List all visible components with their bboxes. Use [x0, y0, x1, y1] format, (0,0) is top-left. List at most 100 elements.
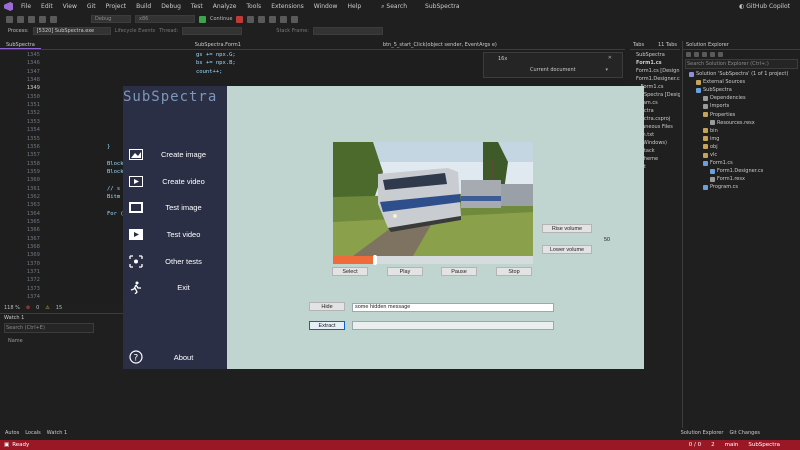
- code-line[interactable]: }: [107, 144, 110, 150]
- solution-tree-item[interactable]: bin: [703, 128, 718, 134]
- hide-button[interactable]: Hide: [309, 302, 345, 311]
- continue-label[interactable]: Continue: [210, 16, 232, 22]
- process-select[interactable]: [5320] SubSpectra.exe: [32, 26, 111, 35]
- find-scope[interactable]: Current document: [530, 67, 576, 73]
- platform-select[interactable]: x86: [135, 15, 195, 23]
- branch-name[interactable]: main: [725, 442, 739, 448]
- menu-item-help[interactable]: Help: [342, 3, 366, 10]
- step-into-icon[interactable]: [280, 15, 288, 23]
- watch-search-input[interactable]: Search (Ctrl+E): [4, 323, 94, 333]
- forward-icon[interactable]: [17, 15, 24, 23]
- sync-icon[interactable]: [694, 52, 699, 57]
- code-line[interactable]: Block: [107, 161, 124, 167]
- nav-exit[interactable]: Exit: [128, 278, 223, 296]
- menu-item-git[interactable]: Git: [82, 3, 101, 10]
- menu-item-project[interactable]: Project: [101, 3, 132, 10]
- bottom-tab-git-changes[interactable]: Git Changes: [729, 430, 760, 436]
- changes-count[interactable]: 2: [711, 442, 715, 448]
- back-icon[interactable]: [6, 15, 13, 23]
- solution-tree-item[interactable]: Properties: [703, 112, 735, 118]
- warning-count[interactable]: 15: [56, 305, 62, 311]
- lower-volume-button[interactable]: Lower volume: [542, 245, 592, 254]
- solution-tree-item[interactable]: Solution 'SubSpectra' (1 of 1 project): [689, 71, 788, 77]
- menu-item-extensions[interactable]: Extensions: [266, 3, 309, 10]
- solution-tree-item[interactable]: Imports: [703, 103, 729, 109]
- menu-item-edit[interactable]: Edit: [36, 3, 58, 10]
- pause-button[interactable]: Pause: [441, 267, 477, 276]
- home-icon[interactable]: [686, 52, 691, 57]
- close-icon[interactable]: ✕: [608, 55, 612, 61]
- code-line[interactable]: gs += npx.G;: [196, 52, 236, 58]
- tabs-list-item[interactable]: SubSpectra: [633, 51, 677, 59]
- tab-method[interactable]: btn_5_start_Click(object sender, EventAr…: [379, 42, 501, 48]
- nav-create-video[interactable]: Create video: [128, 172, 223, 190]
- save-icon[interactable]: [28, 15, 35, 23]
- nav-create-image[interactable]: Create image: [128, 145, 223, 163]
- solution-tree-item[interactable]: Form1.cs: [703, 160, 733, 166]
- tabs-list-item[interactable]: Form1.cs [Design]: [633, 67, 680, 75]
- refresh-icon[interactable]: [702, 52, 707, 57]
- menu-item-tools[interactable]: Tools: [241, 3, 266, 10]
- progress-knob[interactable]: [373, 255, 377, 265]
- menu-item-test[interactable]: Test: [186, 3, 208, 10]
- code-line[interactable]: Block: [107, 169, 124, 175]
- solution-tree-item[interactable]: Form1.Designer.cs: [710, 168, 763, 174]
- chevron-down-icon[interactable]: ▾: [605, 67, 608, 73]
- playback-progress[interactable]: [333, 255, 533, 265]
- menu-item-file[interactable]: File: [16, 3, 36, 10]
- menu-item-analyze[interactable]: Analyze: [208, 3, 242, 10]
- solution-tree-item[interactable]: SubSpectra: [696, 87, 732, 93]
- code-line[interactable]: count++;: [196, 69, 223, 75]
- message-input[interactable]: some hidden message: [352, 303, 554, 312]
- stack-frame-select[interactable]: [312, 26, 383, 35]
- code-line[interactable]: For (: [107, 211, 124, 217]
- solution-tree-item[interactable]: Program.cs: [703, 184, 738, 190]
- extract-button[interactable]: Extract: [309, 321, 345, 330]
- solution-tree-item[interactable]: Resources.resx: [710, 120, 755, 126]
- solution-tree-item[interactable]: vlc: [703, 152, 717, 158]
- nav-other-tests[interactable]: Other tests: [128, 252, 223, 270]
- extracted-output[interactable]: [352, 321, 554, 330]
- solution-tree-item[interactable]: Dependencies: [703, 95, 746, 101]
- tab-project[interactable]: SubSpectra: [0, 42, 41, 49]
- restart-icon[interactable]: [247, 15, 255, 23]
- bottom-tab-autos[interactable]: Autos: [5, 430, 19, 436]
- solution-tree-item[interactable]: obj: [703, 144, 718, 150]
- config-select[interactable]: Debug: [91, 15, 131, 23]
- code-line[interactable]: // s: [107, 186, 120, 192]
- pause-icon[interactable]: [258, 15, 266, 23]
- step-over-icon[interactable]: [269, 15, 277, 23]
- solution-tree-item[interactable]: Form1.resx: [710, 176, 745, 182]
- lifecycle-events[interactable]: Lifecycle Events: [115, 28, 155, 34]
- stop-button[interactable]: Stop: [496, 267, 532, 276]
- menu-item-view[interactable]: View: [58, 3, 82, 10]
- code-line[interactable]: Bitm: [107, 194, 120, 200]
- collapse-icon[interactable]: [710, 52, 715, 57]
- copilot-button[interactable]: ◐ GitHub Copilot: [734, 3, 795, 10]
- solution-tree-item[interactable]: External Sources: [696, 79, 745, 85]
- nav-about[interactable]: ? About: [128, 348, 223, 366]
- search-menu[interactable]: ⌕ Search: [376, 3, 412, 11]
- bottom-tab-locals[interactable]: Locals: [25, 430, 41, 436]
- error-count[interactable]: 0: [36, 305, 39, 311]
- stop-icon[interactable]: [236, 15, 244, 23]
- code-line[interactable]: bs += npx.B;: [196, 60, 236, 66]
- continue-icon[interactable]: [199, 15, 206, 23]
- bottom-tab-watch-1[interactable]: Watch 1: [47, 430, 67, 436]
- menu-item-window[interactable]: Window: [309, 3, 343, 10]
- solution-search-input[interactable]: Search Solution Explorer (Ctrl+;): [685, 59, 798, 69]
- find-input[interactable]: 16x: [498, 56, 507, 62]
- tabs-list-item[interactable]: Form1.Designer.cs: [633, 75, 680, 83]
- nav-test-video[interactable]: Test video: [128, 225, 223, 243]
- thread-select[interactable]: [182, 26, 243, 35]
- select-button[interactable]: Select: [332, 267, 368, 276]
- step-out-icon[interactable]: [291, 15, 299, 23]
- nav-test-image[interactable]: Test image: [128, 198, 223, 216]
- tabs-list-item[interactable]: Form1.cs: [633, 59, 677, 67]
- play-button[interactable]: Play: [387, 267, 423, 276]
- raise-volume-button[interactable]: Rise volume: [542, 224, 592, 233]
- settings-icon[interactable]: [718, 52, 723, 57]
- solution-tree-item[interactable]: img: [703, 136, 719, 142]
- position-indicator[interactable]: 0 / 0: [689, 442, 701, 448]
- vs-logo-icon[interactable]: [4, 2, 13, 11]
